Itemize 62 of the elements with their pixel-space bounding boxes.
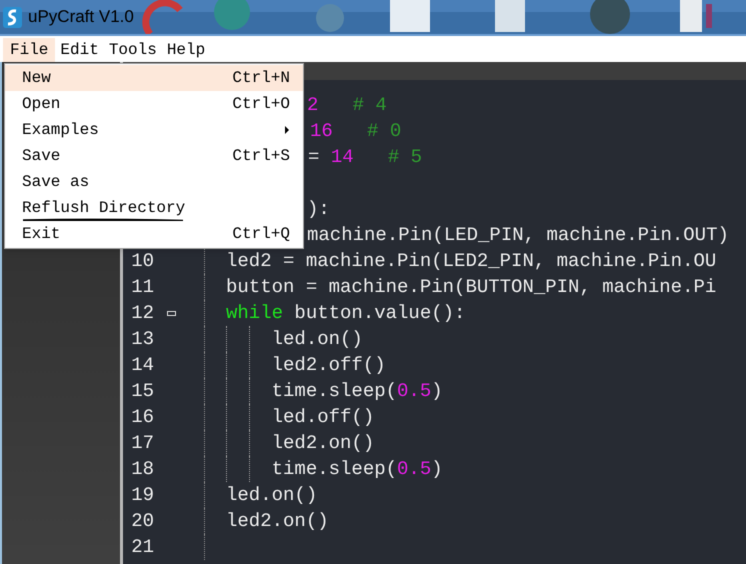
code-token: led.off() — [270, 405, 374, 430]
code-token: led.on() — [226, 483, 318, 508]
menu-item-label: Reflush Directory — [22, 198, 186, 219]
shortcut-label: Ctrl+S — [232, 146, 290, 167]
code-token: led.on() — [270, 327, 363, 352]
shortcut-label: Ctrl+O — [232, 94, 290, 115]
line-number: 21 — [130, 535, 154, 560]
fold-minus-icon[interactable] — [167, 310, 176, 316]
code-token: 14 — [330, 145, 354, 170]
shortcut-label: Ctrl+Q — [232, 224, 290, 245]
menu-item[interactable]: Examples — [5, 117, 303, 143]
code-token: button = machine.Pin(BUTTON_PIN, machine.Pi — [226, 275, 716, 300]
code-token: # 4 — [352, 93, 387, 118]
shortcut-label: Ctrl+N — [232, 68, 290, 89]
menu-item[interactable]: Reflush Directory — [5, 195, 303, 221]
line-number: 11 — [130, 275, 154, 300]
line-number: 14 — [130, 353, 154, 378]
code-token: ) — [431, 379, 443, 404]
code-token: # 0 — [366, 119, 402, 144]
code-token: 16 — [310, 119, 333, 144]
code-token: 2 — [307, 93, 318, 118]
menu-bar-item[interactable]: File — [3, 38, 56, 62]
line-number: 17 — [130, 431, 154, 456]
code-token: # 5 — [386, 145, 422, 170]
code-token: time.sleep( — [270, 457, 398, 482]
menu-bar-item[interactable]: Help — [162, 38, 210, 62]
line-number: 15 — [130, 379, 154, 404]
menu-item[interactable]: Open Ctrl+O — [5, 91, 303, 117]
code-token: led2.on() — [226, 509, 329, 534]
menu-item[interactable]: Save as — [5, 169, 303, 195]
line-number: 13 — [130, 327, 154, 352]
code-token: led2.on() — [270, 431, 374, 456]
code-token: 0.5 — [397, 457, 432, 482]
code-token: ): — [307, 197, 330, 222]
menu-item-label: New — [22, 68, 51, 89]
app-logo-icon — [3, 6, 22, 28]
window-title: uPyCraft V1.0 — [28, 6, 134, 28]
line-number: 19 — [130, 483, 154, 508]
code-token: led2.off() — [270, 353, 386, 378]
menu-bar-item[interactable]: Tools — [104, 38, 162, 62]
code-token: button.value(): — [293, 301, 466, 326]
menu-item-label: Exit — [22, 224, 60, 245]
code-token: machine.Pin(LED_PIN, machine.Pin.OUT) — [307, 223, 729, 248]
menu-item[interactable]: New Ctrl+N — [5, 65, 303, 91]
code-token: while — [226, 301, 284, 326]
line-number: 16 — [130, 405, 154, 430]
menu-item-label: Save — [22, 146, 60, 167]
code-token: 0.5 — [397, 379, 432, 404]
line-number: 20 — [130, 509, 154, 534]
line-number: 12 — [130, 301, 154, 326]
code-token: = — [308, 145, 320, 170]
menu-item-label: Open — [22, 94, 60, 115]
code-token: ) — [431, 457, 443, 482]
line-number: 18 — [130, 457, 154, 482]
menu-item[interactable]: Save Ctrl+S — [5, 143, 303, 169]
line-number: 10 — [130, 249, 154, 274]
menu-item-label: Save as — [22, 172, 90, 193]
code-token: led2 = machine.Pin(LED2_PIN, machine.Pin.OU — [226, 249, 716, 274]
menu-item[interactable]: Exit Ctrl+Q — [5, 221, 303, 247]
code-token: time.sleep( — [270, 379, 398, 404]
menu-item-label: Examples — [22, 120, 99, 141]
menu-bar-item[interactable]: Edit — [55, 38, 104, 62]
